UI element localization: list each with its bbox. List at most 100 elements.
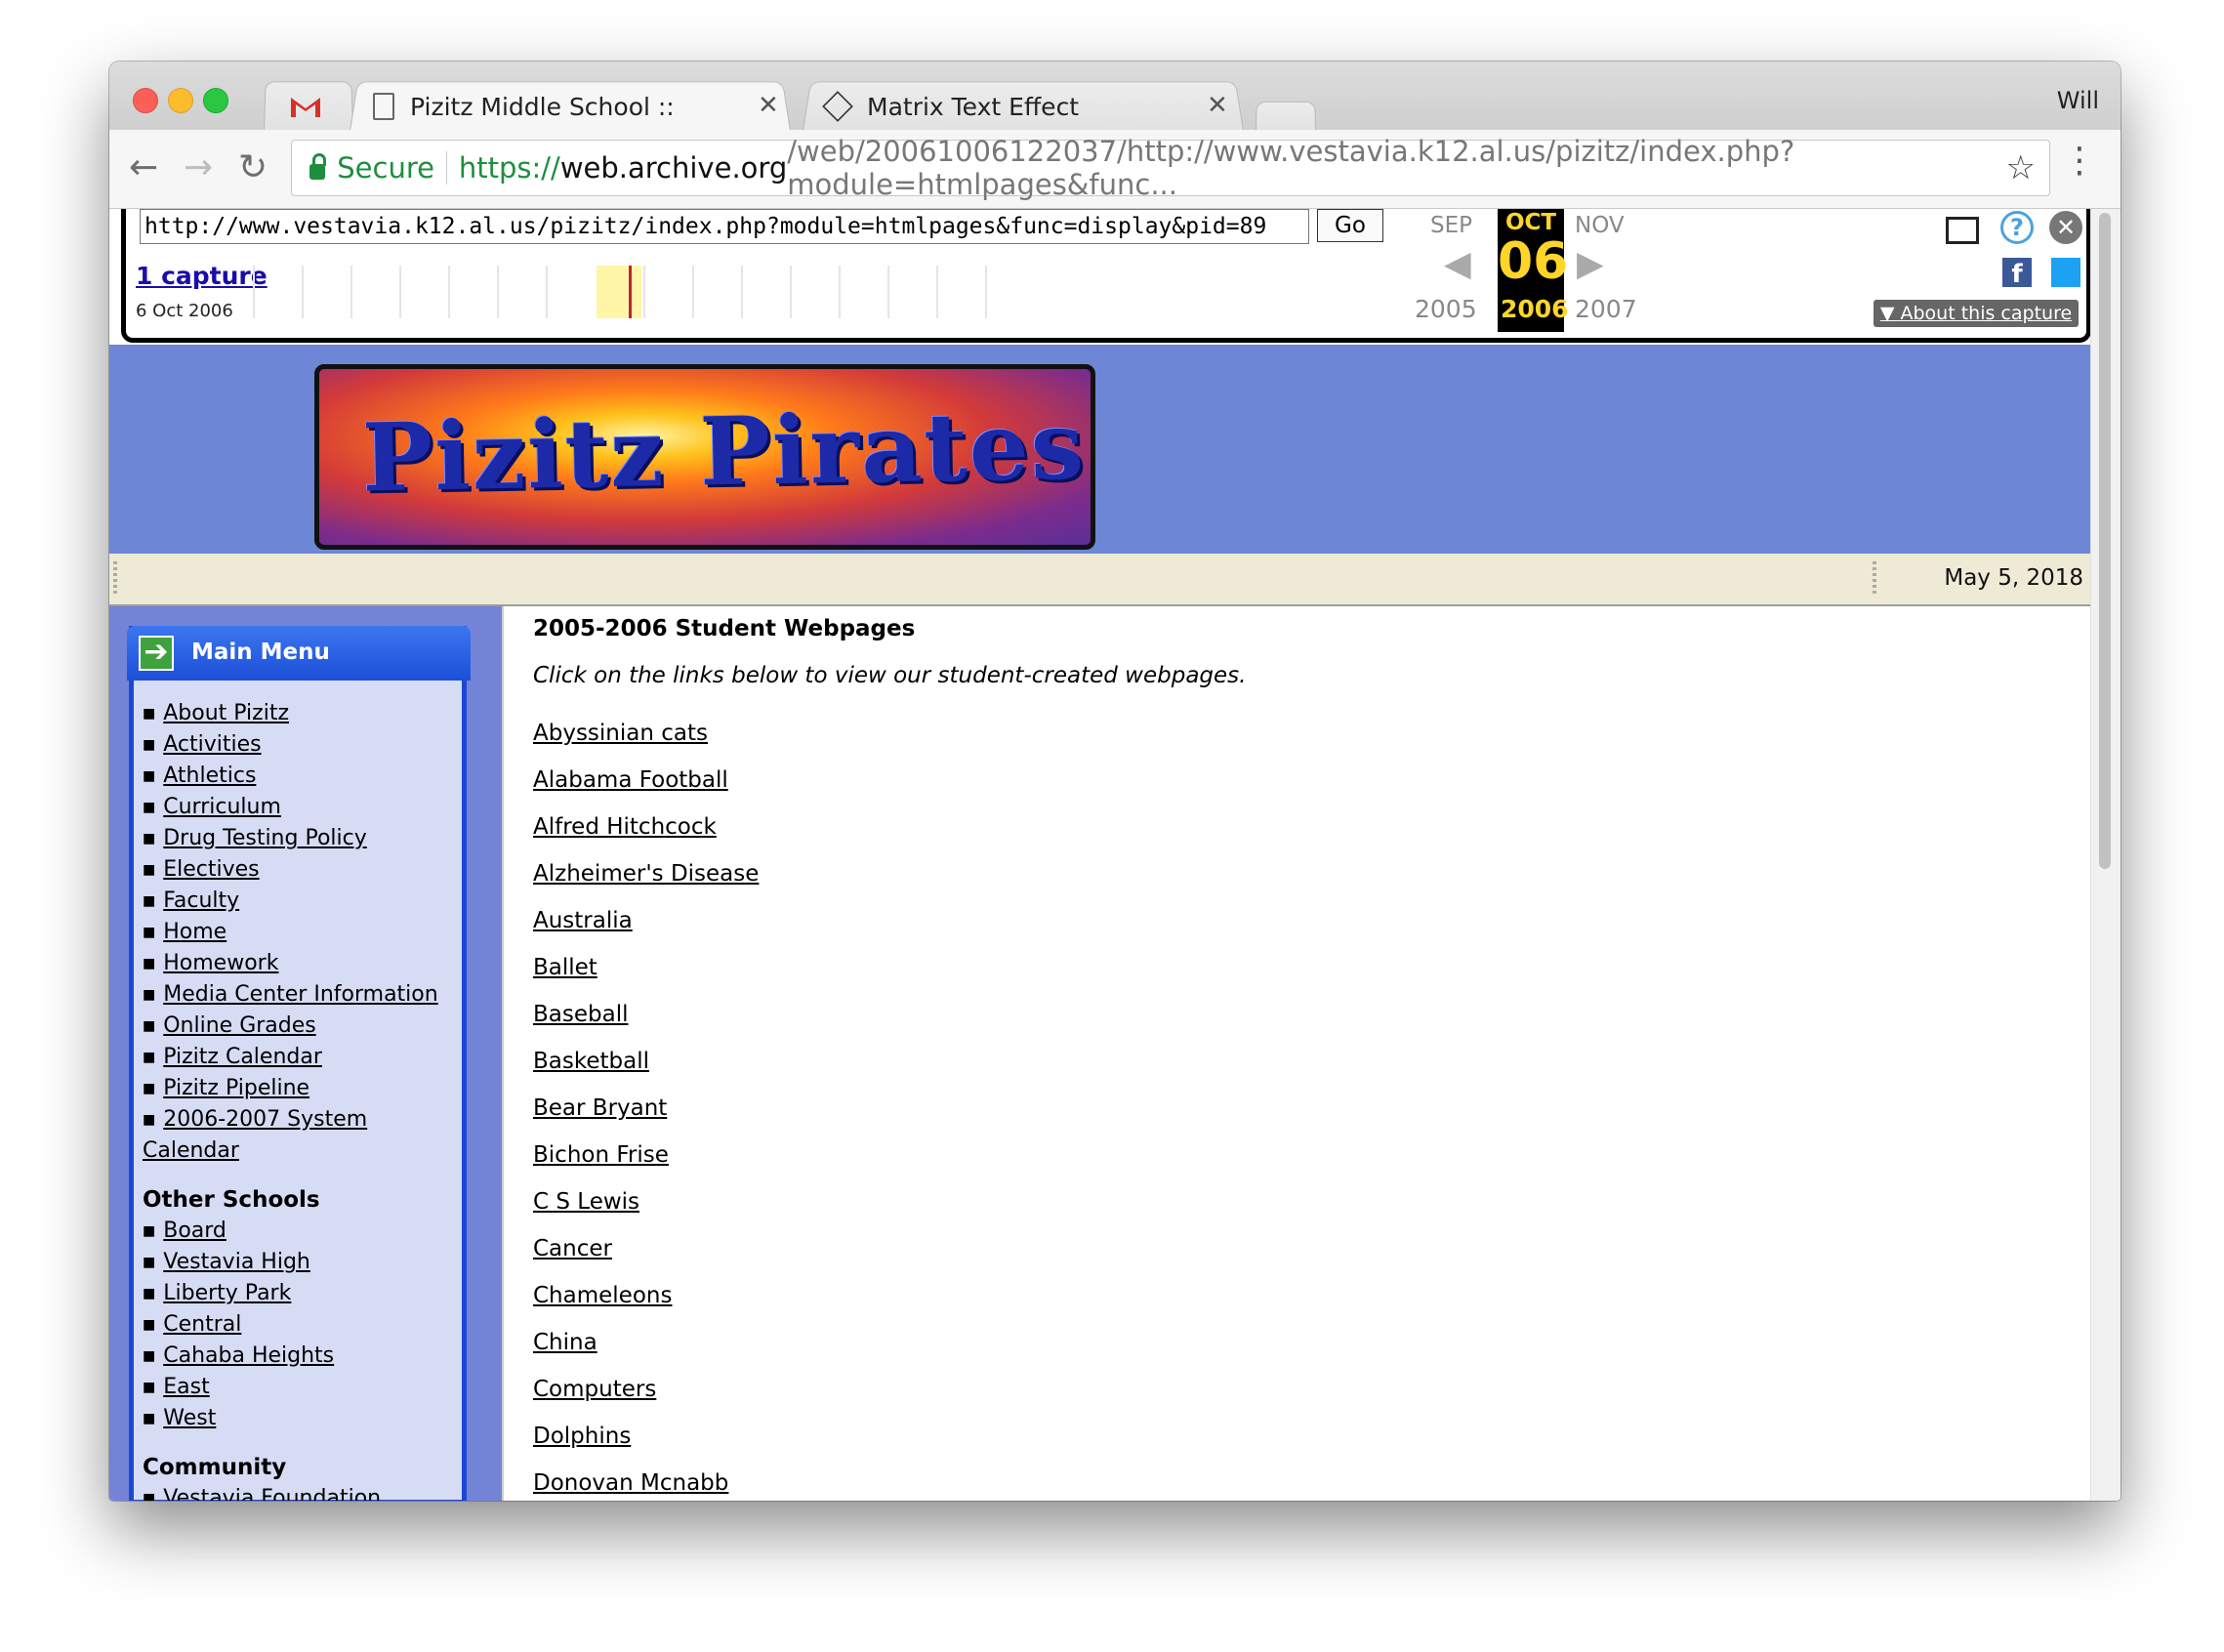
school-link[interactable]: Liberty Park	[163, 1281, 291, 1305]
school-item[interactable]: ■ West	[143, 1403, 455, 1434]
captures-link[interactable]: 1 capture	[136, 262, 268, 290]
menu-link[interactable]: Athletics	[163, 764, 256, 788]
student-page-link[interactable]: China	[533, 1319, 759, 1366]
page-scrollbar[interactable]	[2090, 209, 2121, 1501]
menu-item[interactable]: ■ Pizitz Pipeline	[143, 1073, 455, 1104]
twitter-icon[interactable]	[2051, 258, 2080, 287]
menu-link[interactable]: Pizitz Calendar	[163, 1045, 322, 1069]
menu-item[interactable]: ■ Activities	[143, 729, 455, 761]
school-item[interactable]: ■ Liberty Park	[143, 1278, 455, 1309]
bookmark-star-icon[interactable]: ☆	[2006, 148, 2036, 187]
school-link[interactable]: Vestavia High	[163, 1250, 310, 1274]
school-item[interactable]: ■ Central	[143, 1309, 455, 1341]
collections-icon[interactable]	[1946, 217, 1979, 244]
menu-link[interactable]: Electives	[163, 857, 259, 882]
facebook-icon[interactable]: f	[2002, 258, 2032, 289]
school-item[interactable]: ■ Vestavia High	[143, 1247, 455, 1278]
school-link[interactable]: Board	[163, 1218, 227, 1243]
menu-item[interactable]: ■ Media Center Information	[143, 979, 455, 1011]
menu-link[interactable]: Activities	[163, 732, 261, 757]
student-page-link[interactable]: Bichon Frise	[533, 1132, 759, 1178]
prev-month[interactable]: SEP	[1430, 213, 1472, 238]
current-date: May 5, 2018	[1944, 565, 2083, 591]
menu-item[interactable]: ■ 2006-2007 System Calendar	[143, 1104, 455, 1167]
url-scheme: https://	[458, 151, 560, 185]
school-link[interactable]: East	[163, 1375, 209, 1399]
reload-icon[interactable]: ↻	[238, 147, 268, 187]
scrollbar-thumb[interactable]	[2099, 213, 2111, 869]
community-link[interactable]: Vestavia Foundation	[163, 1486, 381, 1501]
school-link[interactable]: West	[163, 1406, 216, 1430]
community-item[interactable]: ■ Vestavia Foundation	[143, 1483, 455, 1501]
menu-item[interactable]: ■ Curriculum	[143, 792, 455, 823]
menu-item[interactable]: ■ Drug Testing Policy	[143, 823, 455, 854]
student-page-link[interactable]: Alzheimer's Disease	[533, 850, 759, 897]
next-month[interactable]: NOV	[1575, 213, 1625, 238]
sparkline-current-year	[597, 266, 641, 318]
student-page-link[interactable]: Abyssinian cats	[533, 710, 759, 757]
student-page-link[interactable]: C S Lewis	[533, 1178, 759, 1225]
menu-link[interactable]: Faculty	[163, 888, 239, 913]
student-page-link[interactable]: Ballet	[533, 944, 759, 991]
close-tab-icon[interactable]: ✕	[758, 91, 779, 120]
student-page-link[interactable]: Baseball	[533, 991, 759, 1038]
site-banner-logo[interactable]: Pizitz Pirates	[314, 364, 1095, 550]
forward-icon[interactable]: →	[184, 147, 213, 187]
zoom-window-button[interactable]	[203, 88, 228, 113]
school-item[interactable]: ■ East	[143, 1372, 455, 1403]
student-page-link[interactable]: Bear Bryant	[533, 1085, 759, 1132]
menu-item[interactable]: ■ Athletics	[143, 761, 455, 792]
student-page-link[interactable]: Alfred Hitchcock	[533, 804, 759, 850]
student-page-link[interactable]: Computers	[533, 1366, 759, 1413]
about-capture-toggle[interactable]: ▼ About this capture	[1874, 300, 2079, 327]
menu-link[interactable]: Curriculum	[163, 795, 281, 819]
new-tab-button[interactable]	[1256, 101, 1316, 131]
student-page-link[interactable]: Australia	[533, 897, 759, 944]
menu-link[interactable]: Pizitz Pipeline	[163, 1076, 309, 1100]
minimize-window-button[interactable]	[168, 88, 193, 113]
menu-link[interactable]: Media Center Information	[163, 982, 437, 1007]
next-year[interactable]: 2007	[1575, 295, 1637, 323]
menu-item[interactable]: ■ Homework	[143, 948, 455, 979]
menu-link[interactable]: Drug Testing Policy	[163, 826, 367, 850]
help-icon[interactable]: ?	[2000, 211, 2034, 244]
browser-menu-icon[interactable]: ⋮	[2062, 144, 2097, 179]
bullet: ■	[143, 956, 156, 971]
school-item[interactable]: ■ Cahaba Heights	[143, 1341, 455, 1372]
address-bar[interactable]: Secure https:// web.archive.org /web/200…	[291, 135, 2050, 201]
menu-item[interactable]: ■ Electives	[143, 854, 455, 886]
sparkline-year-divider	[350, 266, 352, 318]
prev-year[interactable]: 2005	[1415, 295, 1477, 323]
next-capture-arrow-icon[interactable]: ▶	[1577, 244, 1604, 284]
bullet: ■	[143, 987, 156, 1003]
capture-sparkline[interactable]	[253, 266, 1014, 318]
menu-link[interactable]: Online Grades	[163, 1013, 316, 1038]
student-page-link[interactable]: Cancer	[533, 1225, 759, 1272]
student-page-link[interactable]: Alabama Football	[533, 757, 759, 804]
close-tab-icon[interactable]: ✕	[1207, 91, 1228, 120]
back-icon[interactable]: ←	[129, 147, 158, 187]
menu-item[interactable]: ■ Home	[143, 917, 455, 948]
school-link[interactable]: Central	[163, 1312, 241, 1337]
student-page-link[interactable]: Chameleons	[533, 1272, 759, 1319]
profile-name[interactable]: Will	[2057, 87, 2099, 114]
prev-capture-arrow-icon[interactable]: ◀	[1444, 244, 1471, 284]
close-window-button[interactable]	[133, 88, 158, 113]
menu-link[interactable]: Home	[163, 920, 227, 944]
menu-item[interactable]: ■ Pizitz Calendar	[143, 1042, 455, 1073]
student-page-link[interactable]: Donovan Mcnabb	[533, 1460, 759, 1501]
menu-link[interactable]: 2006-2007 System Calendar	[143, 1107, 367, 1163]
wayback-url-input[interactable]: http://www.vestavia.k12.al.us/pizitz/ind…	[140, 209, 1309, 244]
close-icon[interactable]: ✕	[2049, 211, 2082, 244]
student-page-link[interactable]: Dolphins	[533, 1413, 759, 1460]
url-host: web.archive.org	[559, 151, 788, 185]
menu-item[interactable]: ■ About Pizitz	[143, 698, 455, 729]
wayback-go-button[interactable]: Go	[1317, 209, 1383, 242]
menu-link[interactable]: Homework	[163, 951, 278, 975]
menu-item[interactable]: ■ Online Grades	[143, 1011, 455, 1042]
school-link[interactable]: Cahaba Heights	[163, 1343, 334, 1368]
school-item[interactable]: ■ Board	[143, 1216, 455, 1247]
menu-link[interactable]: About Pizitz	[163, 701, 289, 725]
menu-item[interactable]: ■ Faculty	[143, 886, 455, 917]
student-page-link[interactable]: Basketball	[533, 1038, 759, 1085]
